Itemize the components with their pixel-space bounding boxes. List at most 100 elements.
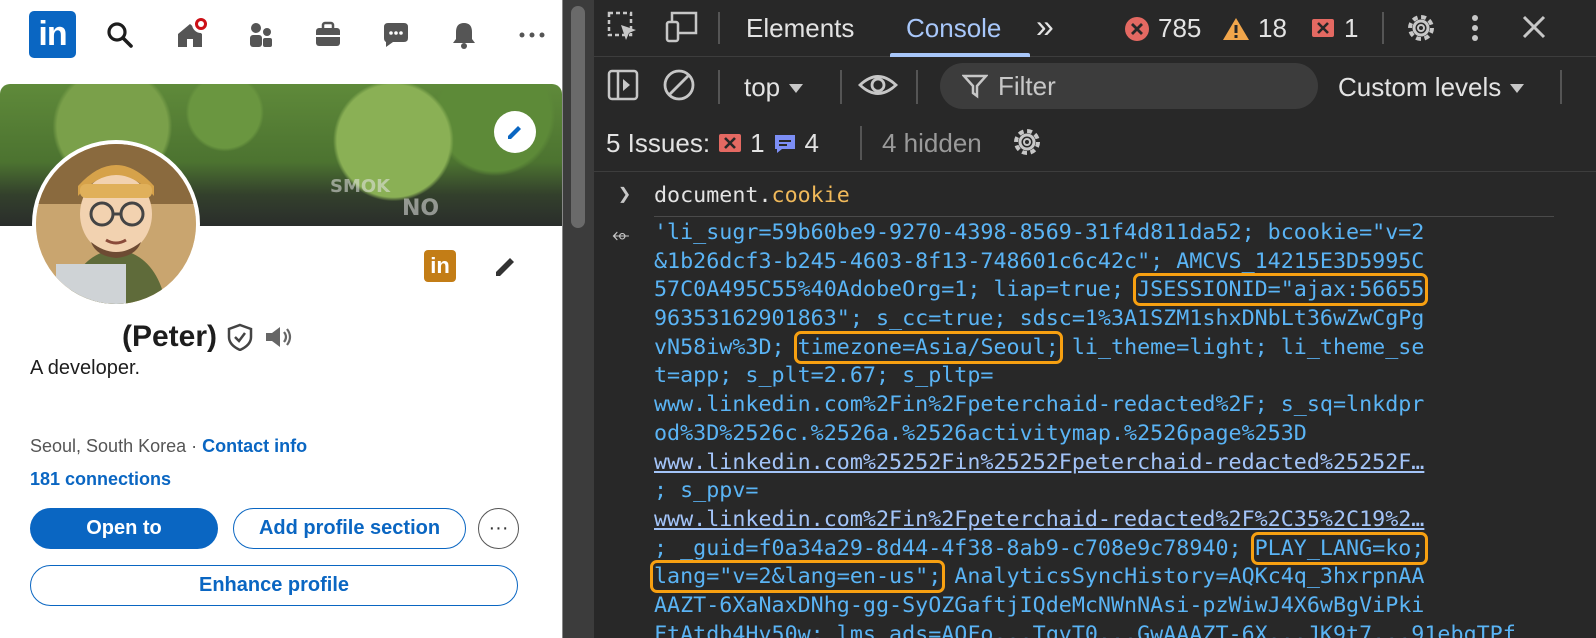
profile-name: (Peter)	[122, 320, 218, 353]
console-output-line: vN58iw%3D; timezone=Asia/Seoul; li_theme…	[654, 330, 1425, 364]
scrollbar-thumb[interactable]	[571, 6, 585, 228]
linkedin-premium-icon[interactable]: in	[424, 250, 456, 282]
edit-banner-button[interactable]	[494, 111, 536, 153]
tab-console[interactable]: Console	[906, 13, 1001, 44]
linkedin-top-nav: in	[0, 0, 562, 74]
error-circle-icon	[1125, 16, 1149, 41]
messaging-icon[interactable]	[378, 17, 414, 53]
cookie-string-output[interactable]: 'li_sugr=59b60be9-9270-4398-8569-31f4d81…	[649, 219, 1554, 638]
console-output-line[interactable]: www.linkedin.com%25252Fin%25252Fpetercha…	[654, 449, 1554, 478]
issues-settings-gear-icon[interactable]	[1010, 125, 1044, 159]
banner-graffiti: NO	[402, 196, 440, 221]
active-tab-indicator	[890, 53, 1030, 57]
console-output-line: ; _guid=f0a34a29-8d44-4f38-8ab9-c708e9c7…	[654, 531, 1429, 565]
issues-count-value: 1	[1344, 13, 1359, 43]
separator	[916, 70, 918, 104]
filter-funnel-icon	[962, 74, 988, 99]
tab-console-label: Console	[906, 13, 1002, 43]
error-count[interactable]: 785	[1124, 13, 1201, 44]
settings-gear-icon[interactable]	[1404, 11, 1438, 45]
console-output-line: lang="v=2&lang=en-us"; AnalyticsSyncHist…	[649, 560, 1425, 594]
console-output-line: 57C0A495C55%40AdobeOrg=1; liap=true; JSE…	[654, 273, 1429, 307]
pencil-icon	[508, 126, 521, 139]
more-actions-button[interactable]: ···	[478, 508, 519, 549]
separator	[1382, 12, 1384, 44]
linkedin-page: in NO SMOK in (Peter) A developer. Seoul…	[0, 0, 562, 638]
issues-label: 5 Issues:	[606, 128, 711, 158]
warning-count-value: 18	[1258, 13, 1287, 43]
warning-triangle-icon	[1223, 17, 1249, 40]
enhance-profile-button[interactable]: Enhance profile	[30, 565, 518, 606]
filter-placeholder: Filter	[998, 70, 1056, 101]
highlighted-cookie: PLAY_LANG=ko;	[1250, 531, 1429, 565]
input-object: document.	[654, 183, 772, 208]
console-toolbar: top Filter Custom levels	[594, 58, 1596, 116]
clear-console-icon[interactable]	[662, 68, 696, 102]
issue-error-icon	[719, 133, 742, 152]
contact-info-link[interactable]: Contact info	[202, 436, 307, 456]
issues-info-count: 4	[804, 128, 819, 158]
show-sidebar-icon[interactable]	[606, 68, 640, 102]
notification-dot	[192, 15, 210, 33]
console-input[interactable]: document.cookie	[654, 182, 850, 211]
console-input-row: ❯ document.cookie	[594, 178, 1596, 217]
pencil-icon	[496, 258, 514, 276]
avatar[interactable]	[32, 140, 200, 308]
my-network-icon[interactable]	[242, 17, 278, 53]
console-output-line: &1b26dcf3-b245-4603-8f13-748601c6c42c"; …	[654, 248, 1425, 274]
console-output-line[interactable]: www.linkedin.com%2Fin%2Fpeterchaid-redac…	[654, 506, 1554, 535]
profile-card: NO SMOK in (Peter) A developer. Seoul, S…	[0, 84, 562, 638]
separator: ·	[186, 436, 203, 456]
separator	[718, 70, 720, 104]
more-icon[interactable]	[514, 17, 550, 53]
error-count-value: 785	[1158, 13, 1202, 43]
kebab-menu-icon[interactable]	[1470, 11, 1480, 45]
tab-elements[interactable]: Elements	[746, 13, 854, 44]
linkedin-logo[interactable]: in	[29, 11, 76, 58]
chevron-right-icon: ❯	[618, 182, 632, 207]
profile-location-row: Seoul, South Korea · Contact info	[30, 436, 307, 457]
console-output-line: 96353162901863"; s_cc=true; sdsc=1%3A1SZ…	[654, 306, 1425, 332]
highlighted-cookie: JSESSIONID="ajax:56655	[1133, 273, 1429, 307]
input-property: cookie	[771, 183, 850, 208]
profile-name-row: (Peter)	[122, 320, 293, 354]
warning-count[interactable]: 18	[1222, 13, 1287, 44]
context-selector[interactable]: top	[744, 72, 804, 103]
live-expression-eye-icon[interactable]	[858, 70, 898, 100]
log-levels-dropdown[interactable]: Custom levels	[1338, 72, 1525, 103]
issues-bar: 5 Issues: 1 4 4 hidden	[594, 116, 1596, 172]
separator	[718, 12, 720, 44]
devtools-panel: Elements Console » 785 18 1 top Filter C…	[594, 0, 1596, 638]
jobs-icon[interactable]	[310, 17, 346, 53]
close-icon[interactable]	[1520, 13, 1548, 41]
devtools-tab-bar: Elements Console » 785 18 1	[594, 0, 1596, 57]
issues-error-count: 1	[750, 128, 765, 158]
banner-graffiti: SMOK	[330, 176, 391, 197]
filter-input[interactable]: Filter	[940, 63, 1318, 109]
console-output-line: AAZT-6XaNaxDNhg-gg-SyOZGaftjIQdeMcNWnNAs…	[654, 592, 1425, 618]
search-icon[interactable]	[102, 17, 138, 53]
console-output-line: www.linkedin.com%2Fin%2Fpeterchaid-redac…	[654, 392, 1425, 418]
home-icon[interactable]	[172, 15, 210, 53]
separator	[1560, 70, 1562, 104]
add-profile-section-button[interactable]: Add profile section	[233, 508, 466, 549]
separator	[654, 216, 1554, 217]
open-to-button[interactable]: Open to	[30, 508, 218, 549]
verified-shield-icon[interactable]	[227, 323, 253, 351]
issues-summary[interactable]: 5 Issues: 1 4	[606, 128, 819, 159]
notifications-icon[interactable]	[446, 17, 482, 53]
hidden-issues[interactable]: 4 hidden	[882, 128, 982, 159]
devtools-scrollbar[interactable]	[563, 0, 594, 638]
issues-count[interactable]: 1	[1310, 13, 1358, 44]
issue-info-icon	[774, 134, 795, 153]
more-tabs-button[interactable]: »	[1036, 8, 1054, 45]
edit-profile-button[interactable]	[490, 250, 522, 282]
dropdown-arrow-icon	[1510, 83, 1525, 93]
inspect-element-icon[interactable]	[606, 10, 640, 44]
highlighted-cookie: timezone=Asia/Seoul;	[793, 330, 1063, 364]
device-toolbar-icon[interactable]	[664, 10, 700, 44]
hidden-issues-label: 4 hidden	[882, 128, 982, 158]
connections-link[interactable]: 181 connections	[30, 469, 171, 490]
pronunciation-speaker-icon[interactable]	[263, 323, 293, 351]
console-output-area[interactable]: ❯ document.cookie ⬰ 'li_sugr=59b60be9-92…	[594, 172, 1596, 638]
